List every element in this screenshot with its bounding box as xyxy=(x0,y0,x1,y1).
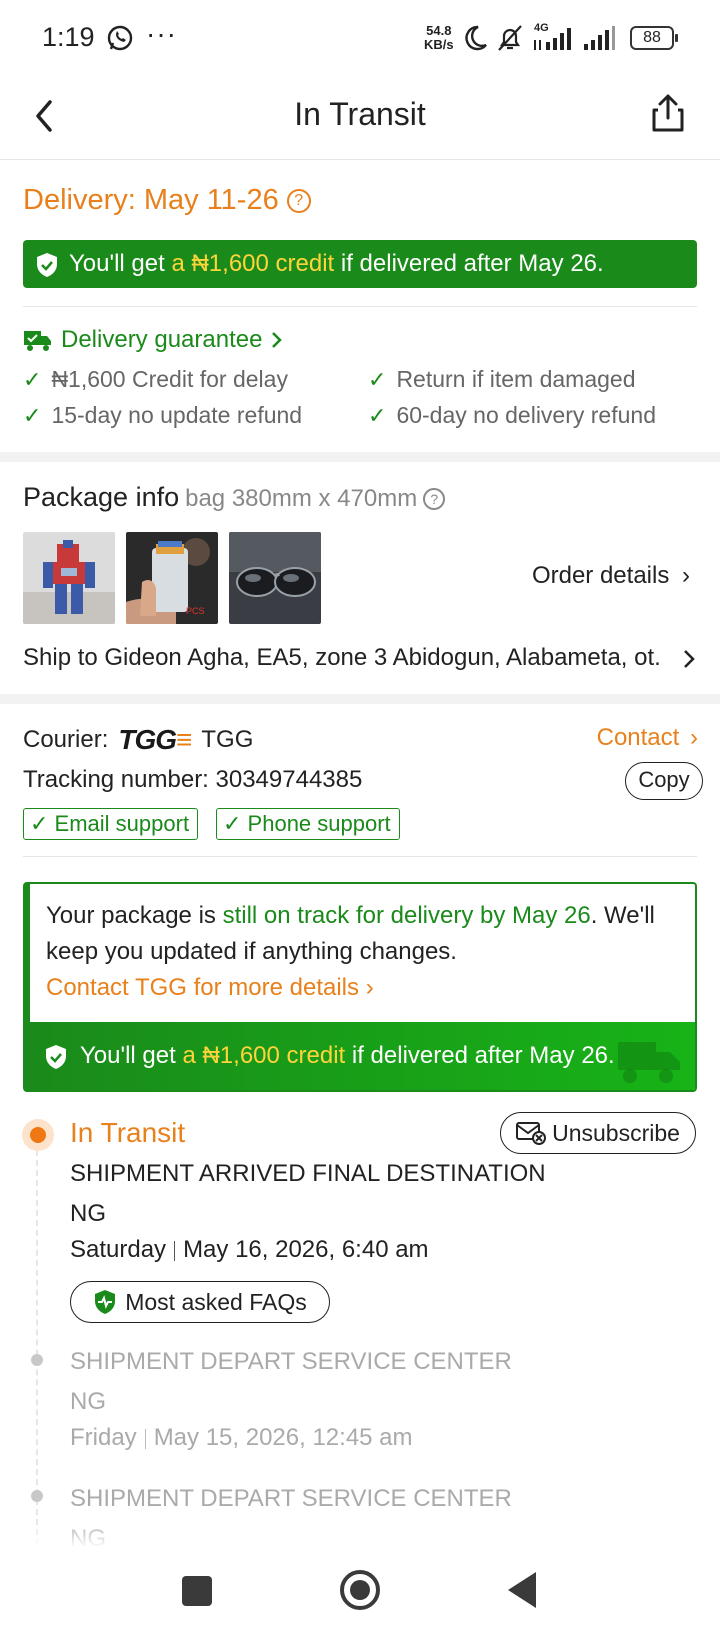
ship-to-address[interactable]: Ship to Gideon Agha, EA5, zone 3 Abidogu… xyxy=(23,644,663,672)
courier-name: TGG xyxy=(201,726,254,753)
on-track-notice: Your package is still on track for deliv… xyxy=(23,882,697,1092)
home-button[interactable] xyxy=(340,1570,380,1610)
package-help-icon[interactable]: ? xyxy=(423,487,446,510)
mail-unsubscribe-icon xyxy=(516,1122,547,1145)
guarantee-item: ✓ ₦1,600 Credit for delay xyxy=(23,366,288,392)
item-thumbnail-card-holder[interactable]: PCS xyxy=(126,532,218,624)
order-details-link[interactable]: Order details › xyxy=(532,562,690,590)
system-nav-bar xyxy=(0,1548,720,1640)
guarantee-item: ✓ 15-day no update refund xyxy=(23,402,303,428)
network-speed: 54.8 KB/s xyxy=(424,23,454,52)
chevron-right-icon[interactable] xyxy=(682,648,696,670)
copy-tracking-button[interactable]: Copy xyxy=(625,762,703,800)
timeline-dot xyxy=(31,1354,43,1366)
timeline-event: SHIPMENT DEPART SERVICE CENTER xyxy=(70,1348,512,1375)
timeline-datetime: Friday May 15, 2026, 12:45 am xyxy=(70,1424,413,1451)
timeline-event: SHIPMENT ARRIVED FINAL DESTINATION xyxy=(70,1160,546,1187)
system-back-button[interactable] xyxy=(508,1572,536,1608)
check-icon: ✓ xyxy=(23,402,42,428)
shield-check-icon xyxy=(37,253,57,277)
current-status: In Transit xyxy=(70,1117,186,1148)
delay-credit-banner: You'll get a ₦1,600 credit if delivered … xyxy=(30,1022,695,1090)
check-icon: ✓ xyxy=(368,366,387,392)
timeline-datetime: Saturday May 16, 2026, 6:40 am xyxy=(70,1236,429,1263)
delivery-guarantee-link[interactable]: Delivery guarantee xyxy=(23,326,284,354)
bell-muted-icon xyxy=(498,25,522,51)
contact-tgg-link[interactable]: Contact TGG for more details › xyxy=(46,974,374,1001)
check-icon: ✓ xyxy=(368,402,387,428)
shield-check-icon xyxy=(46,1045,66,1069)
timeline-location: NG xyxy=(70,1200,106,1227)
signal-icon xyxy=(584,26,615,50)
chevron-right-icon: › xyxy=(690,724,698,751)
timeline-event: SHIPMENT DEPART SERVICE CENTER xyxy=(70,1485,512,1512)
battery-icon: 88 xyxy=(630,26,678,50)
divider xyxy=(23,856,697,857)
courier-row: Courier: TGG≡ TGG xyxy=(23,724,254,755)
delivery-truck-icon xyxy=(24,331,51,351)
top-nav: In Transit xyxy=(0,76,720,160)
divider xyxy=(23,306,697,307)
svg-text:PCS: PCS xyxy=(186,606,205,616)
timeline-dot xyxy=(31,1490,43,1502)
tgg-logo: TGG≡ xyxy=(118,724,192,755)
recent-apps-button[interactable] xyxy=(182,1576,212,1606)
check-icon: ✓ xyxy=(23,366,42,392)
guarantee-item: ✓ Return if item damaged xyxy=(368,366,636,392)
whatsapp-icon xyxy=(107,25,133,51)
page-title: In Transit xyxy=(294,96,426,132)
package-info-title: Package info bag 380mm x 470mm? xyxy=(23,482,446,513)
chevron-right-icon xyxy=(272,332,283,348)
timeline-dot-active xyxy=(22,1119,54,1151)
phone-support-tag: ✓ Phone support xyxy=(216,808,400,840)
status-bar: 1:19 ··· 54.8 KB/s 4G 88 xyxy=(0,0,720,76)
guarantee-item: ✓ 60-day no delivery refund xyxy=(368,402,656,428)
contact-courier-link[interactable]: Contact › xyxy=(597,724,698,752)
moon-icon xyxy=(465,25,487,51)
timeline-location: NG xyxy=(70,1388,106,1415)
delivery-window: Delivery: May 11-26? xyxy=(23,184,311,217)
section-gap xyxy=(0,452,720,462)
chevron-right-icon: › xyxy=(682,562,690,589)
item-thumbnail-sunglasses[interactable] xyxy=(229,532,321,624)
item-thumbnail-robot[interactable] xyxy=(23,532,115,624)
shield-heartbeat-icon xyxy=(95,1290,116,1314)
faq-button[interactable]: Most asked FAQs xyxy=(70,1281,330,1323)
tracking-number: Tracking number: 30349744385 xyxy=(23,766,363,793)
signal-4g-icon: 4G xyxy=(532,22,574,52)
truck-watermark-icon xyxy=(618,1042,680,1083)
more-notifications-icon: ··· xyxy=(146,18,177,49)
chevron-right-icon: › xyxy=(365,974,374,1001)
share-icon[interactable] xyxy=(648,92,688,136)
scroll-fade xyxy=(0,1520,720,1548)
timeline-line xyxy=(36,1150,38,1545)
delivery-help-icon[interactable]: ? xyxy=(286,189,311,214)
section-gap xyxy=(0,694,720,704)
delay-credit-banner: You'll get a ₦1,600 credit if delivered … xyxy=(23,240,697,288)
unsubscribe-button[interactable]: Unsubscribe xyxy=(500,1112,696,1154)
clock: 1:19 xyxy=(42,22,95,52)
package-size: bag 380mm x 470mm xyxy=(185,485,418,512)
email-support-tag: ✓ Email support xyxy=(23,808,199,840)
